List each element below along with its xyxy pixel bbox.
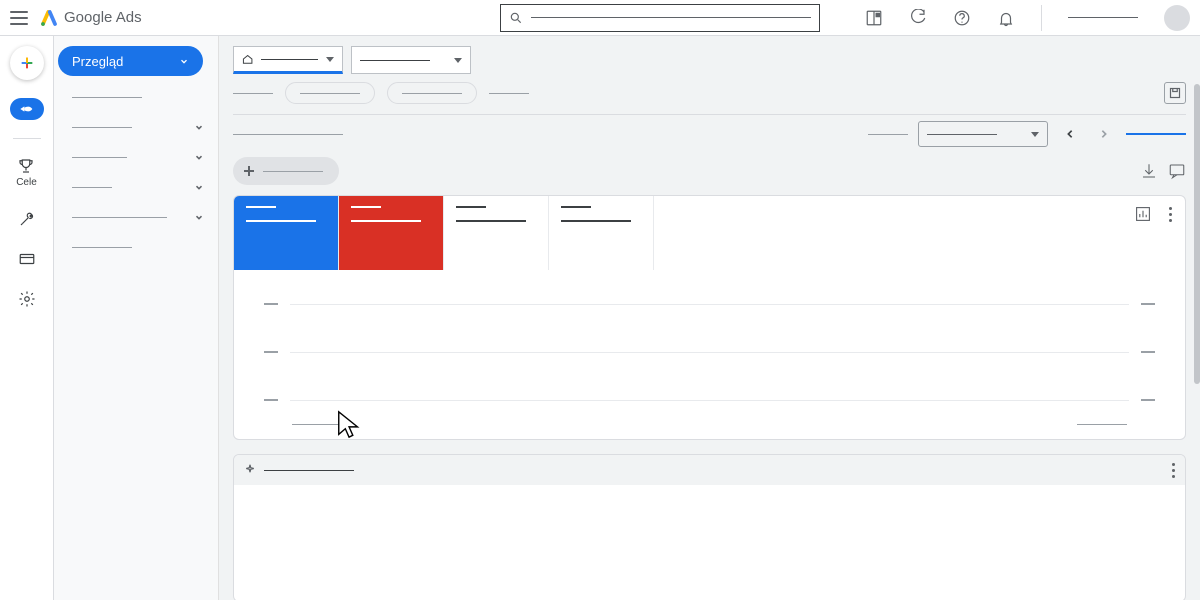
insights-card <box>233 454 1186 600</box>
chevron-down-icon <box>194 182 204 192</box>
secondary-nav: Przegląd <box>54 36 219 600</box>
rail-item-label: Cele <box>16 177 37 188</box>
nav-item-6[interactable] <box>54 232 218 262</box>
main-content <box>219 36 1200 600</box>
chip-label-1 <box>233 93 273 94</box>
plus-icon <box>243 165 255 177</box>
sparkle-icon <box>244 464 256 476</box>
scorecard-row <box>234 196 1185 270</box>
subheader-row <box>219 115 1200 153</box>
avatar[interactable] <box>1164 5 1190 31</box>
topbar-actions <box>865 5 1190 31</box>
chevron-down-icon <box>179 56 189 66</box>
divider <box>13 138 41 139</box>
filter-chip-2[interactable] <box>387 82 477 104</box>
account-label[interactable] <box>1068 17 1138 18</box>
nav-item-3[interactable] <box>54 142 218 172</box>
ads-logo-icon <box>40 9 58 27</box>
gear-icon <box>18 290 36 308</box>
scorecard-4[interactable] <box>549 196 654 270</box>
search-input[interactable] <box>500 4 820 32</box>
date-label <box>868 134 908 135</box>
top-bar: Google Ads <box>0 0 1200 36</box>
help-icon[interactable] <box>953 9 971 27</box>
active-tab-indicator[interactable] <box>1126 133 1186 135</box>
campaigns-icon[interactable] <box>10 98 44 120</box>
nav-item-5[interactable] <box>54 202 218 232</box>
add-card-button[interactable] <box>233 157 339 185</box>
left-rail: Cele <box>0 36 54 600</box>
rail-item-goals[interactable]: Cele <box>16 157 37 188</box>
overview-card <box>233 195 1186 440</box>
scorecard-2[interactable] <box>339 196 444 270</box>
home-icon <box>242 53 253 65</box>
trophy-icon <box>17 157 35 175</box>
rail-item-admin[interactable] <box>18 290 36 308</box>
chevron-down-icon <box>194 122 204 132</box>
nav-active-overview[interactable]: Przegląd <box>58 46 203 76</box>
nav-item-2[interactable] <box>54 112 218 142</box>
search-placeholder <box>531 17 811 18</box>
nav-active-label: Przegląd <box>72 54 123 69</box>
expand-chart-icon[interactable] <box>1135 206 1151 222</box>
scope-account-selector[interactable] <box>233 46 343 74</box>
scope-campaign-selector[interactable] <box>351 46 471 74</box>
chip-label-2 <box>489 93 529 94</box>
toolbar-row <box>219 153 1200 195</box>
card-icon <box>18 250 36 268</box>
filter-chip-row <box>219 74 1200 114</box>
date-next-button[interactable] <box>1092 122 1116 146</box>
nav-item-1[interactable] <box>54 82 218 112</box>
product-name: Google Ads <box>64 9 142 26</box>
scorecard-1[interactable] <box>234 196 339 270</box>
x-axis-labels <box>264 424 1155 425</box>
product-logo[interactable]: Google Ads <box>40 9 142 27</box>
date-range-selector[interactable] <box>918 121 1048 147</box>
chart-area <box>234 270 1185 439</box>
rail-item-tools[interactable] <box>18 210 36 228</box>
card-action-row <box>1135 206 1173 222</box>
save-view-button[interactable] <box>1164 82 1186 104</box>
download-icon[interactable] <box>1140 162 1158 180</box>
filter-chip-1[interactable] <box>285 82 375 104</box>
insights-card-title <box>264 470 354 471</box>
scrollbar-thumb[interactable] <box>1194 84 1200 384</box>
search-icon <box>509 11 523 25</box>
chevron-down-icon <box>194 152 204 162</box>
scope-selector-row <box>219 36 1200 74</box>
feedback-icon[interactable] <box>1168 162 1186 180</box>
scorecard-3[interactable] <box>444 196 549 270</box>
card-menu-icon[interactable] <box>1169 207 1173 222</box>
tools-icon <box>18 210 36 228</box>
nav-item-4[interactable] <box>54 172 218 202</box>
menu-icon[interactable] <box>10 11 28 25</box>
date-prev-button[interactable] <box>1058 122 1082 146</box>
chevron-down-icon <box>194 212 204 222</box>
notifications-icon[interactable] <box>997 9 1015 27</box>
create-button[interactable] <box>10 46 44 80</box>
rail-item-billing[interactable] <box>18 250 36 268</box>
appearance-icon[interactable] <box>865 9 883 27</box>
refresh-icon[interactable] <box>909 9 927 27</box>
insights-card-header <box>234 455 1185 485</box>
page-subtitle <box>233 134 343 135</box>
separator <box>1041 5 1042 31</box>
save-icon <box>1169 87 1181 99</box>
card-menu-icon[interactable] <box>1172 463 1175 478</box>
